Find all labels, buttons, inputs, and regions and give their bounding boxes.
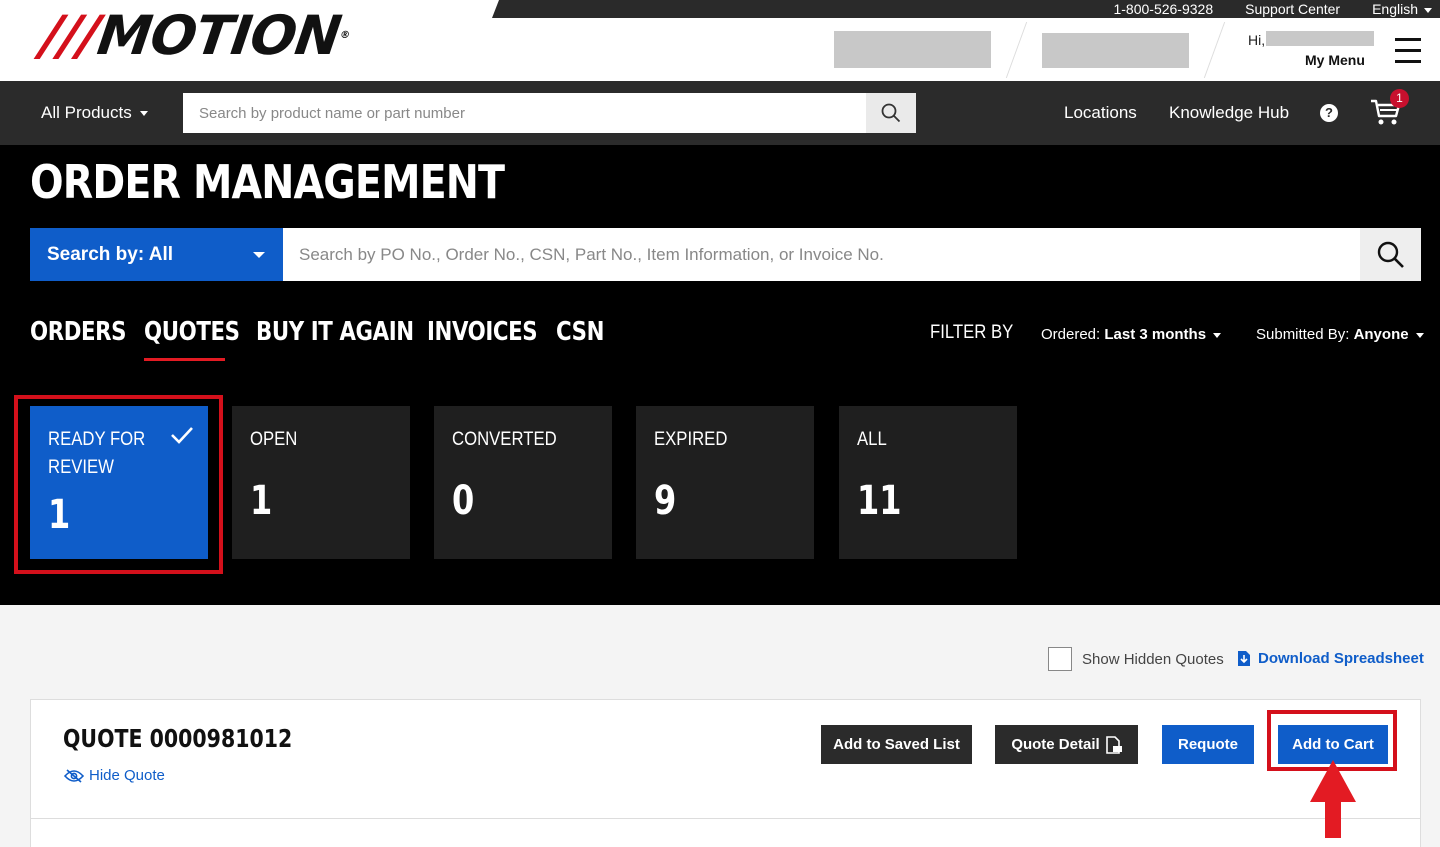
redacted-username: [1266, 31, 1374, 46]
ordered-filter-value: Last 3 months: [1104, 326, 1207, 343]
submitted-by-filter-dropdown[interactable]: Submitted By: Anyone: [1256, 326, 1424, 343]
phone-link[interactable]: 1-800-526-9328: [1113, 1, 1213, 17]
quote-detail-label: Quote Detail: [1011, 736, 1100, 753]
main-nav: All Products Locations Knowledge Hub ?: [0, 81, 1440, 145]
tab-csn[interactable]: CSN: [556, 317, 604, 347]
ordered-filter-dropdown[interactable]: Ordered: Last 3 months: [1041, 326, 1221, 343]
quote-title: QUOTE 0000981012: [63, 724, 293, 753]
logo-wordmark: MOTION: [93, 4, 345, 67]
status-card-all[interactable]: ALL 11: [839, 406, 1017, 559]
support-center-link[interactable]: Support Center: [1245, 1, 1340, 17]
show-hidden-quotes-toggle[interactable]: Show Hidden Quotes: [1048, 647, 1224, 671]
show-hidden-label: Show Hidden Quotes: [1082, 650, 1224, 668]
redacted-location-box: [1042, 33, 1189, 68]
download-file-icon: [1238, 651, 1250, 666]
search-icon: [1377, 241, 1404, 268]
status-card-count: 9: [654, 478, 677, 524]
tab-orders[interactable]: ORDERS: [30, 317, 127, 347]
show-hidden-checkbox[interactable]: [1048, 647, 1072, 671]
download-spreadsheet-label: Download Spreadsheet: [1258, 650, 1424, 667]
hide-quote-label: Hide Quote: [89, 767, 165, 784]
quote-card: QUOTE 0000981012 Hide Quote Add to Saved…: [30, 699, 1421, 847]
order-search-button[interactable]: [1360, 228, 1421, 281]
status-card-converted[interactable]: CONVERTED 0: [434, 406, 612, 559]
requote-button[interactable]: Requote: [1162, 725, 1254, 764]
utility-links: 1-800-526-9328 Support Center English: [1113, 0, 1432, 18]
annotation-highlight-box: [14, 395, 223, 574]
logo-area: ///MOTION®: [0, 0, 498, 81]
download-spreadsheet-link[interactable]: Download Spreadsheet: [1237, 650, 1424, 667]
locations-link[interactable]: Locations: [1064, 103, 1137, 123]
all-products-dropdown[interactable]: All Products: [41, 103, 148, 123]
tab-quotes[interactable]: QUOTES: [144, 317, 240, 347]
motion-logo[interactable]: ///MOTION®: [38, 4, 353, 67]
filter-by-label: FILTER BY: [930, 322, 1014, 343]
product-search-button[interactable]: [866, 93, 916, 133]
help-icon[interactable]: ?: [1320, 104, 1338, 122]
language-selector[interactable]: English: [1372, 1, 1432, 17]
cart-count-badge: 1: [1390, 89, 1409, 108]
annotation-arrow: [1310, 760, 1356, 838]
eye-slash-icon: [64, 768, 84, 783]
redacted-account-box: [834, 31, 991, 68]
status-card-label: OPEN: [250, 429, 298, 450]
quote-card-divider: [31, 818, 1420, 819]
status-card-label: ALL: [857, 429, 887, 450]
header-divider: [1005, 22, 1028, 78]
status-card-expired[interactable]: EXPIRED 9: [636, 406, 814, 559]
site-header: 1-800-526-9328 Support Center English //…: [0, 0, 1440, 81]
search-icon: [881, 103, 901, 123]
status-card-open[interactable]: OPEN 1: [232, 406, 410, 559]
hide-quote-link[interactable]: Hide Quote: [64, 767, 165, 784]
my-menu-link[interactable]: My Menu: [1305, 52, 1365, 68]
quote-detail-button[interactable]: Quote Detail: [995, 725, 1138, 764]
active-tab-indicator: [144, 358, 225, 361]
add-to-saved-list-button[interactable]: Add to Saved List: [821, 725, 972, 764]
status-card-count: 11: [857, 478, 902, 524]
status-card-label: CONVERTED: [452, 429, 557, 450]
order-search-input[interactable]: [283, 228, 1360, 281]
page-title: ORDER MANAGEMENT: [30, 155, 505, 209]
status-card-count: 0: [452, 478, 475, 524]
tab-buy-it-again[interactable]: BUY IT AGAIN: [256, 317, 414, 347]
status-card-label: EXPIRED: [654, 429, 728, 450]
status-card-count: 1: [250, 478, 273, 524]
pdf-file-icon: [1105, 735, 1122, 754]
search-by-dropdown[interactable]: Search by: All: [30, 228, 283, 281]
header-divider: [1203, 22, 1226, 78]
knowledge-hub-link[interactable]: Knowledge Hub: [1169, 103, 1289, 123]
submitted-by-value: Anyone: [1353, 326, 1409, 343]
submitted-by-label: Submitted By:: [1256, 326, 1350, 343]
ordered-filter-label: Ordered:: [1041, 326, 1101, 343]
hamburger-menu-icon[interactable]: [1395, 38, 1421, 63]
product-search-input[interactable]: [183, 93, 866, 133]
tab-invoices[interactable]: INVOICES: [427, 317, 538, 347]
greeting-text: Hi,: [1248, 32, 1266, 48]
